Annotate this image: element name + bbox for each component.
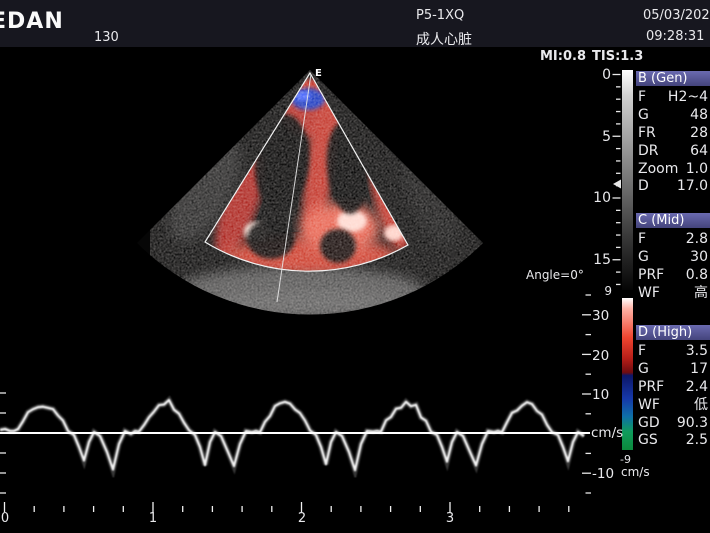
- param-value: H2~4: [668, 89, 708, 107]
- param-label: Zoom: [638, 161, 678, 179]
- probe-name[interactable]: P5-1XQ: [416, 8, 464, 23]
- param-label: D: [638, 178, 649, 196]
- param-value: 2.8: [686, 231, 708, 249]
- param-value: 48: [690, 107, 708, 125]
- param-value: 90.3: [677, 415, 708, 433]
- param-label: F: [638, 231, 646, 249]
- param-value: 3.5: [686, 343, 708, 361]
- orientation-marker: E: [315, 68, 322, 79]
- param-value: 28: [690, 125, 708, 143]
- depth-label-10: 10: [585, 190, 611, 206]
- panel-doppler-mode: D (High) F 3.5 G 17 PRF 2.4 WF 低 GD 90.3 GS 2.…: [636, 325, 710, 450]
- top-bar: EDAN 130 P5-1XQ 成人心脏 05/03/2021 09:28:31: [0, 0, 710, 47]
- panel-c-header[interactable]: C (Mid): [636, 213, 710, 228]
- param-value: 17: [690, 361, 708, 379]
- depth-label-5: 5: [585, 129, 611, 145]
- param-label: G: [638, 107, 649, 125]
- param-value: 17.0: [677, 178, 708, 196]
- param-label: PRF: [638, 379, 664, 397]
- colorbar-unit-label: cm/s: [621, 465, 650, 479]
- param-label: PRF: [638, 267, 664, 285]
- depth-label-15: 15: [585, 252, 611, 268]
- param-label: GS: [638, 432, 658, 450]
- param-label: GD: [638, 415, 660, 433]
- param-label: FR: [638, 125, 656, 143]
- param-label: F: [638, 343, 646, 361]
- time-label-1: 1: [142, 511, 164, 526]
- velocity-label-30: 30: [592, 308, 609, 324]
- param-label: DR: [638, 143, 659, 161]
- angle-readout: Angle=0°: [526, 268, 584, 282]
- baseline-unit-label: cm/s: [591, 425, 623, 441]
- spectral-trace: [0, 400, 584, 470]
- time-label-2: 2: [291, 511, 313, 526]
- grayscale-bar: [622, 70, 633, 290]
- time-label-3: 3: [439, 511, 461, 526]
- param-value: 30: [690, 249, 708, 267]
- gain-readout: 130: [94, 30, 119, 45]
- panel-b-mode: B (Gen) F H2~4 G 48 FR 28 DR 64 Zoom 1.0 D 17.…: [636, 71, 710, 196]
- depth-label-0: 0: [585, 67, 611, 83]
- param-label: G: [638, 249, 649, 267]
- param-label: WF: [638, 397, 660, 415]
- system-time: 09:28:31: [646, 29, 704, 44]
- param-label: F: [638, 89, 646, 107]
- param-value: 高: [694, 285, 708, 303]
- exam-preset[interactable]: 成人心脏: [416, 29, 472, 49]
- param-label: G: [638, 361, 649, 379]
- param-value: 1.0: [686, 161, 708, 179]
- mi-index: MI:0.8: [540, 49, 586, 64]
- edan-logo: EDAN: [0, 9, 64, 34]
- system-date: 05/03/2021: [643, 8, 710, 23]
- color-velocity-bar: [622, 298, 633, 450]
- time-label-0: 0: [0, 511, 16, 526]
- velocity-label-m10: -10: [592, 466, 614, 482]
- param-value: 低: [694, 397, 708, 415]
- velocity-label-10: 10: [592, 387, 609, 403]
- panel-b-header[interactable]: B (Gen): [636, 71, 710, 86]
- focus-marker-icon[interactable]: [613, 180, 621, 189]
- depth-ruler: [613, 75, 621, 285]
- param-label: WF: [638, 285, 660, 303]
- param-value: 0.8: [686, 267, 708, 285]
- panel-d-header[interactable]: D (High): [636, 325, 710, 340]
- time-ruler-ticks: [5, 502, 569, 512]
- tis-index: TIS:1.3: [592, 49, 643, 64]
- colorbar-max-label: 9: [598, 284, 612, 298]
- param-value: 2.4: [686, 379, 708, 397]
- panel-color-mode: C (Mid) F 2.8 G 30 PRF 0.8 WF 高: [636, 213, 710, 303]
- param-value: 2.5: [686, 432, 708, 450]
- ultrasound-screen: EDAN 130 P5-1XQ 成人心脏 05/03/2021 09:28:31…: [0, 0, 710, 533]
- velocity-scale-ticks: [0, 295, 591, 493]
- velocity-label-20: 20: [592, 348, 609, 364]
- param-value: 64: [690, 143, 708, 161]
